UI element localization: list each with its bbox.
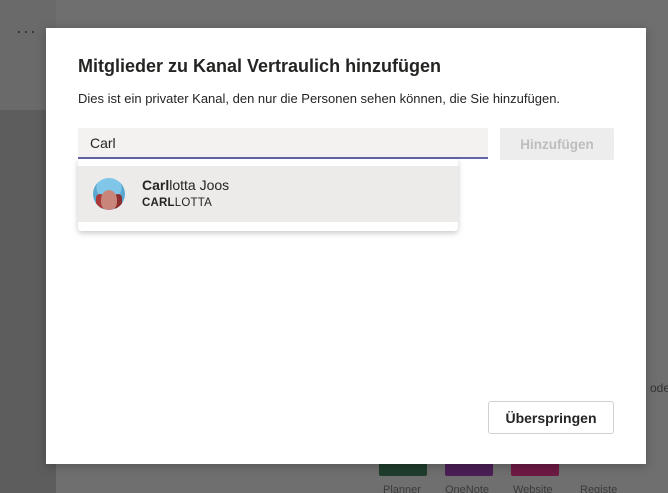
more-options-icon: ··· xyxy=(16,21,37,41)
website-label: Website xyxy=(513,484,553,493)
onenote-label: OneNote xyxy=(445,484,490,493)
suggestion-name-rest: lotta Joos xyxy=(169,177,230,193)
dialog-title: Mitglieder zu Kanal Vertraulich hinzufüg… xyxy=(78,56,442,76)
planner-tile xyxy=(379,462,427,476)
skip-button[interactable]: Überspringen xyxy=(488,401,614,434)
background-partial-text: ode xyxy=(650,381,668,395)
onenote-tile xyxy=(445,462,493,476)
website-tile xyxy=(511,462,559,476)
add-button[interactable]: Hinzufügen xyxy=(500,128,614,160)
planner-label: Planner xyxy=(383,484,421,493)
avatar xyxy=(93,178,125,210)
suggestion-alias: CARLLOTTA xyxy=(142,197,212,209)
suggestion-name-match: Carl xyxy=(142,177,170,193)
add-members-dialog: Mitglieder zu Kanal Vertraulich hinzufüg… xyxy=(46,28,646,464)
suggestion-item[interactable]: Carllotta Joos CARLLOTTA xyxy=(78,166,458,222)
suggestion-alias-match: CARL xyxy=(142,197,175,209)
registe-label: Registe xyxy=(580,484,618,493)
suggestion-name: Carllotta Joos xyxy=(142,177,229,193)
suggestion-alias-rest: LOTTA xyxy=(174,197,212,209)
screen: ··· ode Planner OneNote Website Registe … xyxy=(0,0,668,493)
dialog-subtitle: Dies ist ein privater Kanal, den nur die… xyxy=(78,91,561,106)
member-search-input[interactable] xyxy=(78,128,488,159)
suggestion-dropdown: Carllotta Joos CARLLOTTA xyxy=(78,159,458,231)
